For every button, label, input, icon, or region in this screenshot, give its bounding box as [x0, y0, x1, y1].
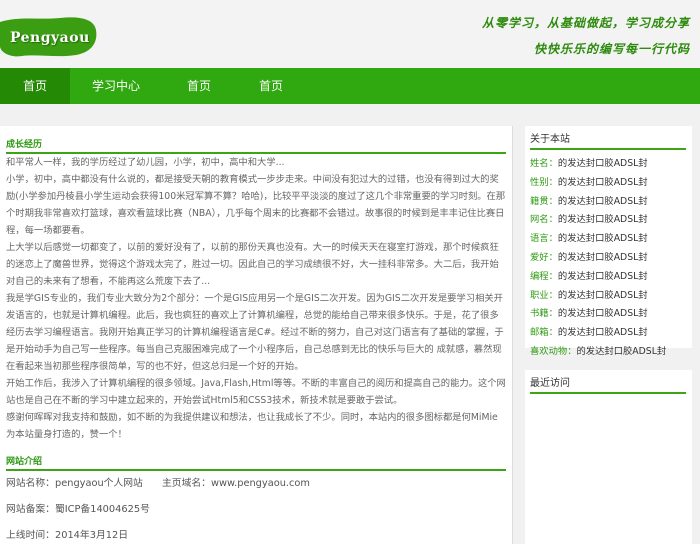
main-content: 成长经历 和平常人一样，我的学历经过了幼儿园，小学，初中，高中和大学... 小学…	[0, 126, 513, 544]
growth-paragraph: 小学，初中，高中都没有什么说的，都是接受天朝的教育模式一步步走来。中间没有犯过大…	[6, 174, 506, 236]
nav-item-home[interactable]: 首页	[0, 68, 70, 104]
nav-item-home-2[interactable]: 首页	[164, 68, 234, 104]
about-value: 的发达封口胶ADSL封	[557, 251, 648, 263]
list-item: 喜欢动物：的发达封口胶ADSL封	[530, 343, 692, 362]
site-logo[interactable]: Pengyaou	[0, 16, 97, 58]
site-icp-text: 网站备案：蜀ICP备14004625号	[6, 504, 150, 515]
list-item: 网名：的发达封口胶ADSL封	[530, 211, 692, 230]
about-key: 语言：	[530, 233, 558, 245]
about-key: 爱好：	[530, 251, 558, 263]
site-icp-row: 网站备案：蜀ICP备14004625号	[6, 497, 506, 523]
list-item: 籍贯：的发达封口胶ADSL封	[530, 193, 692, 212]
about-value: 的发达封口胶ADSL封	[557, 289, 648, 301]
slogan-line-1: 从零学习，从基础做起，学习成分享	[481, 16, 690, 30]
list-item: 书籍：的发达封口胶ADSL封	[530, 305, 692, 324]
about-site-list: 姓名：的发达封口胶ADSL封 性别：的发达封口胶ADSL封 籍贯：的发达封口胶A…	[530, 155, 692, 362]
about-value: 的发达封口胶ADSL封	[557, 214, 648, 226]
recent-visits-title: 最近访问	[530, 374, 686, 394]
about-key: 书籍：	[530, 308, 558, 320]
list-item: 性别：的发达封口胶ADSL封	[530, 174, 692, 193]
site-time-text: 上线时间：2014年3月12日	[6, 530, 129, 541]
growth-paragraph: 和平常人一样，我的学历经过了幼儿园，小学，初中，高中和大学...	[6, 157, 285, 168]
site-name-text: 网站名称：pengyaou个人网站	[6, 478, 143, 489]
slogan-line-2: 快快乐乐的编写每一行代码	[533, 42, 690, 56]
about-value: 的发达封口胶ADSL封	[576, 345, 667, 357]
nav-item-home-3[interactable]: 首页	[236, 68, 306, 104]
growth-paragraph: 感谢何晖晖对我支持和鼓励，如不断的为我提供建议和想法，也让我成长了不少。同时，本…	[6, 412, 498, 440]
logo-text: Pengyaou	[10, 30, 90, 46]
list-item: 爱好：的发达封口胶ADSL封	[530, 249, 692, 268]
about-site-panel: 关于本站 姓名：的发达封口胶ADSL封 性别：的发达封口胶ADSL封 籍贯：的发…	[525, 126, 692, 357]
list-item: 姓名：的发达封口胶ADSL封	[530, 155, 692, 174]
about-value: 的发达封口胶ADSL封	[557, 176, 648, 188]
about-key: 籍贯：	[530, 195, 558, 207]
nav-item-learning-center[interactable]: 学习中心	[80, 68, 152, 104]
list-item: 邮箱：的发达封口胶ADSL封	[530, 324, 692, 343]
site-time-row: 上线时间：2014年3月12日	[6, 523, 506, 544]
about-key: 邮箱：	[530, 327, 558, 339]
list-item: 语言：的发达封口胶ADSL封	[530, 230, 692, 249]
growth-text: 和平常人一样，我的学历经过了幼儿园，小学，初中，高中和大学... 小学，初中，高…	[6, 154, 506, 443]
about-value: 的发达封口胶ADSL封	[557, 195, 648, 207]
about-key: 姓名：	[530, 158, 558, 169]
list-item: 编程：的发达封口胶ADSL封	[530, 268, 692, 287]
about-value: 的发达封口胶ADSL封	[557, 308, 648, 320]
recent-visits-panel: 最近访问	[525, 370, 692, 544]
site-info-row: 网站名称：pengyaou个人网站 主页域名：www.pengyaou.com	[6, 471, 506, 497]
site-intro-title: 网站介绍	[6, 454, 506, 471]
about-value: 的发达封口胶ADSL封	[557, 158, 648, 169]
growth-paragraph: 我是学GIS专业的，我们专业大致分为2个部分：一个是GIS应用另一个是GIS二次…	[6, 293, 504, 372]
growth-paragraph: 上大学以后感觉一切都变了，以前的爱好没有了，以前的那份天真也没有。大一的时候天天…	[6, 242, 499, 287]
growth-paragraph: 开始工作后，我涉入了计算机编程的很多领域。Java,Flash,Html等等。不…	[6, 378, 506, 406]
about-value: 的发达封口胶ADSL封	[557, 233, 648, 245]
about-value: 的发达封口胶ADSL封	[557, 270, 648, 282]
about-site-title: 关于本站	[530, 130, 686, 150]
list-item: 职业：的发达封口胶ADSL封	[530, 287, 692, 306]
site-header: Pengyaou 从零学习，从基础做起，学习成分享 快快乐乐的编写每一行代码	[0, 0, 700, 68]
about-key: 职业：	[530, 289, 558, 301]
about-key: 编程：	[530, 270, 558, 282]
about-key: 性别：	[530, 176, 558, 188]
site-domain-text: 主页域名：www.pengyaou.com	[161, 478, 310, 489]
main-nav: 首页 学习中心 首页 首页	[0, 68, 700, 104]
growth-section-title: 成长经历	[6, 137, 506, 154]
about-value: 的发达封口胶ADSL封	[557, 327, 648, 339]
about-key: 喜欢动物：	[530, 345, 577, 357]
about-key: 网名：	[530, 214, 558, 226]
